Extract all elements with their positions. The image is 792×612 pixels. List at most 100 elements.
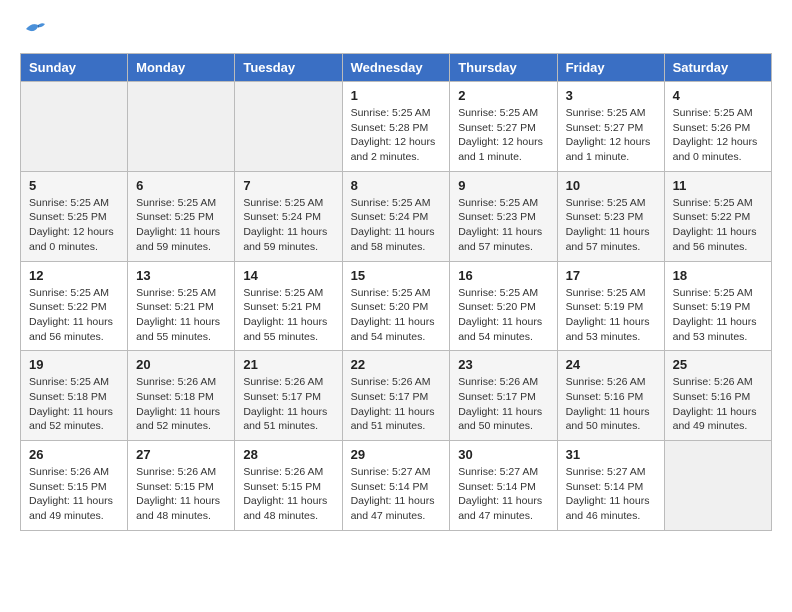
day-info: Sunrise: 5:25 AM Sunset: 5:19 PM Dayligh… xyxy=(566,286,656,345)
calendar-cell: 2 Sunrise: 5:25 AM Sunset: 5:27 PM Daylig… xyxy=(450,82,557,172)
day-info: Sunrise: 5:25 AM Sunset: 5:18 PM Dayligh… xyxy=(29,375,119,434)
calendar-cell: 10 Sunrise: 5:25 AM Sunset: 5:23 PM Dayli… xyxy=(557,171,664,261)
calendar-cell: 15 Sunrise: 5:25 AM Sunset: 5:20 PM Dayli… xyxy=(342,261,450,351)
day-info: Sunrise: 5:26 AM Sunset: 5:18 PM Dayligh… xyxy=(136,375,226,434)
day-info: Sunrise: 5:26 AM Sunset: 5:17 PM Dayligh… xyxy=(458,375,548,434)
day-info: Sunrise: 5:26 AM Sunset: 5:16 PM Dayligh… xyxy=(673,375,763,434)
day-number: 25 xyxy=(673,357,763,372)
calendar-cell: 31 Sunrise: 5:27 AM Sunset: 5:14 PM Dayli… xyxy=(557,441,664,531)
calendar-cell: 19 Sunrise: 5:25 AM Sunset: 5:18 PM Dayli… xyxy=(21,351,128,441)
calendar-week-row: 26 Sunrise: 5:26 AM Sunset: 5:15 PM Dayli… xyxy=(21,441,772,531)
day-number: 4 xyxy=(673,88,763,103)
calendar-week-row: 5 Sunrise: 5:25 AM Sunset: 5:25 PM Daylig… xyxy=(21,171,772,261)
day-info: Sunrise: 5:25 AM Sunset: 5:25 PM Dayligh… xyxy=(29,196,119,255)
weekday-header-thursday: Thursday xyxy=(450,54,557,82)
calendar-cell: 1 Sunrise: 5:25 AM Sunset: 5:28 PM Daylig… xyxy=(342,82,450,172)
day-info: Sunrise: 5:26 AM Sunset: 5:16 PM Dayligh… xyxy=(566,375,656,434)
calendar-cell: 29 Sunrise: 5:27 AM Sunset: 5:14 PM Dayli… xyxy=(342,441,450,531)
calendar-cell: 18 Sunrise: 5:25 AM Sunset: 5:19 PM Dayli… xyxy=(664,261,771,351)
weekday-header-wednesday: Wednesday xyxy=(342,54,450,82)
calendar-cell xyxy=(21,82,128,172)
day-number: 5 xyxy=(29,178,119,193)
day-number: 15 xyxy=(351,268,442,283)
day-number: 18 xyxy=(673,268,763,283)
calendar-cell: 24Sunrise: 5:26 AM Sunset: 5:16 PM Dayli… xyxy=(557,351,664,441)
calendar-cell: 21Sunrise: 5:26 AM Sunset: 5:17 PM Dayli… xyxy=(235,351,342,441)
day-number: 17 xyxy=(566,268,656,283)
header xyxy=(20,20,772,43)
day-number: 13 xyxy=(136,268,226,283)
day-info: Sunrise: 5:27 AM Sunset: 5:14 PM Dayligh… xyxy=(566,465,656,524)
calendar-cell: 5 Sunrise: 5:25 AM Sunset: 5:25 PM Daylig… xyxy=(21,171,128,261)
day-number: 19 xyxy=(29,357,119,372)
calendar-cell: 9 Sunrise: 5:25 AM Sunset: 5:23 PM Daylig… xyxy=(450,171,557,261)
day-info: Sunrise: 5:25 AM Sunset: 5:20 PM Dayligh… xyxy=(351,286,442,345)
calendar-cell: 17 Sunrise: 5:25 AM Sunset: 5:19 PM Dayli… xyxy=(557,261,664,351)
calendar-table: SundayMondayTuesdayWednesdayThursdayFrid… xyxy=(20,53,772,531)
day-info: Sunrise: 5:25 AM Sunset: 5:24 PM Dayligh… xyxy=(243,196,333,255)
calendar-cell: 28 Sunrise: 5:26 AM Sunset: 5:15 PM Dayli… xyxy=(235,441,342,531)
day-info: Sunrise: 5:25 AM Sunset: 5:22 PM Dayligh… xyxy=(673,196,763,255)
calendar-cell: 7 Sunrise: 5:25 AM Sunset: 5:24 PM Daylig… xyxy=(235,171,342,261)
day-info: Sunrise: 5:25 AM Sunset: 5:23 PM Dayligh… xyxy=(458,196,548,255)
calendar-week-row: 1 Sunrise: 5:25 AM Sunset: 5:28 PM Daylig… xyxy=(21,82,772,172)
calendar-cell: 26 Sunrise: 5:26 AM Sunset: 5:15 PM Dayli… xyxy=(21,441,128,531)
day-info: Sunrise: 5:26 AM Sunset: 5:17 PM Dayligh… xyxy=(243,375,333,434)
day-number: 23 xyxy=(458,357,548,372)
day-info: Sunrise: 5:25 AM Sunset: 5:21 PM Dayligh… xyxy=(136,286,226,345)
day-number: 9 xyxy=(458,178,548,193)
calendar-week-row: 19 Sunrise: 5:25 AM Sunset: 5:18 PM Dayli… xyxy=(21,351,772,441)
day-info: Sunrise: 5:27 AM Sunset: 5:14 PM Dayligh… xyxy=(351,465,442,524)
day-info: Sunrise: 5:26 AM Sunset: 5:15 PM Dayligh… xyxy=(243,465,333,524)
weekday-header-saturday: Saturday xyxy=(664,54,771,82)
calendar-week-row: 12 Sunrise: 5:25 AM Sunset: 5:22 PM Dayli… xyxy=(21,261,772,351)
calendar-cell: 6Sunrise: 5:25 AM Sunset: 5:25 PM Daylig… xyxy=(128,171,235,261)
calendar-cell: 16Sunrise: 5:25 AM Sunset: 5:20 PM Dayli… xyxy=(450,261,557,351)
calendar-cell: 13 Sunrise: 5:25 AM Sunset: 5:21 PM Dayli… xyxy=(128,261,235,351)
calendar-cell xyxy=(235,82,342,172)
weekday-header-tuesday: Tuesday xyxy=(235,54,342,82)
day-info: Sunrise: 5:25 AM Sunset: 5:23 PM Dayligh… xyxy=(566,196,656,255)
day-number: 27 xyxy=(136,447,226,462)
day-info: Sunrise: 5:25 AM Sunset: 5:28 PM Dayligh… xyxy=(351,106,442,165)
day-number: 31 xyxy=(566,447,656,462)
day-number: 22 xyxy=(351,357,442,372)
day-number: 2 xyxy=(458,88,548,103)
day-number: 1 xyxy=(351,88,442,103)
calendar-cell: 22 Sunrise: 5:26 AM Sunset: 5:17 PM Dayli… xyxy=(342,351,450,441)
day-number: 11 xyxy=(673,178,763,193)
day-info: Sunrise: 5:25 AM Sunset: 5:19 PM Dayligh… xyxy=(673,286,763,345)
weekday-header-monday: Monday xyxy=(128,54,235,82)
day-number: 12 xyxy=(29,268,119,283)
day-number: 16 xyxy=(458,268,548,283)
logo xyxy=(20,20,46,43)
day-number: 26 xyxy=(29,447,119,462)
day-number: 8 xyxy=(351,178,442,193)
calendar-cell: 3Sunrise: 5:25 AM Sunset: 5:27 PM Daylig… xyxy=(557,82,664,172)
calendar-cell: 30 Sunrise: 5:27 AM Sunset: 5:14 PM Dayli… xyxy=(450,441,557,531)
day-number: 28 xyxy=(243,447,333,462)
day-info: Sunrise: 5:26 AM Sunset: 5:17 PM Dayligh… xyxy=(351,375,442,434)
calendar-cell: 20 Sunrise: 5:26 AM Sunset: 5:18 PM Dayli… xyxy=(128,351,235,441)
day-number: 29 xyxy=(351,447,442,462)
calendar-cell: 27Sunrise: 5:26 AM Sunset: 5:15 PM Dayli… xyxy=(128,441,235,531)
day-info: Sunrise: 5:25 AM Sunset: 5:22 PM Dayligh… xyxy=(29,286,119,345)
calendar-cell: 12 Sunrise: 5:25 AM Sunset: 5:22 PM Dayli… xyxy=(21,261,128,351)
calendar-cell: 25 Sunrise: 5:26 AM Sunset: 5:16 PM Dayli… xyxy=(664,351,771,441)
calendar-cell: 4 Sunrise: 5:25 AM Sunset: 5:26 PM Daylig… xyxy=(664,82,771,172)
day-info: Sunrise: 5:25 AM Sunset: 5:27 PM Dayligh… xyxy=(458,106,548,165)
day-number: 14 xyxy=(243,268,333,283)
day-number: 30 xyxy=(458,447,548,462)
day-number: 3 xyxy=(566,88,656,103)
day-info: Sunrise: 5:27 AM Sunset: 5:14 PM Dayligh… xyxy=(458,465,548,524)
day-info: Sunrise: 5:26 AM Sunset: 5:15 PM Dayligh… xyxy=(29,465,119,524)
day-number: 10 xyxy=(566,178,656,193)
day-info: Sunrise: 5:25 AM Sunset: 5:26 PM Dayligh… xyxy=(673,106,763,165)
day-number: 6 xyxy=(136,178,226,193)
day-number: 7 xyxy=(243,178,333,193)
calendar-cell: 8Sunrise: 5:25 AM Sunset: 5:24 PM Daylig… xyxy=(342,171,450,261)
calendar-cell: 14Sunrise: 5:25 AM Sunset: 5:21 PM Dayli… xyxy=(235,261,342,351)
day-number: 20 xyxy=(136,357,226,372)
calendar-cell xyxy=(128,82,235,172)
logo-bird-icon xyxy=(24,20,46,43)
